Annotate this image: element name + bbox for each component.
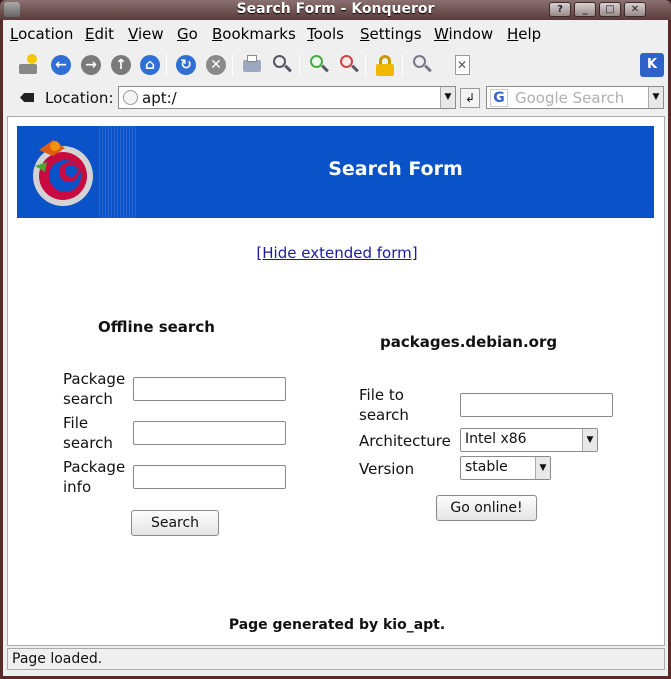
file-to-search-input[interactable] — [460, 393, 613, 417]
version-label: Version — [359, 460, 415, 478]
menu-bar: Location Edit View Go Bookmarks Tools Se… — [3, 22, 668, 46]
search-dropdown-icon[interactable]: ▼ — [648, 87, 663, 108]
print-icon[interactable] — [239, 52, 265, 78]
menu-help[interactable]: Help — [507, 25, 541, 43]
location-bar: Location: apt:/ ▼ ↲ G Google Search ▼ — [3, 84, 668, 112]
minimize-icon[interactable]: _ — [574, 2, 596, 17]
version-select[interactable]: stable ▼ — [460, 456, 551, 480]
menu-go[interactable]: Go — [177, 25, 198, 43]
go-button[interactable]: ↲ — [460, 88, 480, 108]
find-icon[interactable] — [269, 52, 295, 78]
web-search-placeholder: Google Search — [515, 89, 625, 107]
search-button[interactable]: Search — [131, 510, 219, 536]
page-footer: Page generated by kio_apt. — [228, 617, 446, 633]
architecture-select[interactable]: Intel x86 ▼ — [460, 428, 598, 452]
version-dropdown-icon[interactable]: ▼ — [535, 457, 550, 479]
new-location-icon[interactable] — [15, 52, 41, 78]
file-search-label: File search — [63, 414, 113, 452]
zoom-in-icon[interactable] — [306, 52, 332, 78]
home-icon[interactable]: ⌂ — [137, 52, 163, 78]
architecture-dropdown-icon[interactable]: ▼ — [582, 429, 597, 451]
help-icon[interactable]: ? — [549, 2, 571, 17]
architecture-label: Architecture — [359, 432, 451, 450]
package-search-input[interactable] — [133, 377, 286, 401]
kde-logo-icon: K — [639, 52, 665, 78]
offline-search-heading: Offline search — [98, 318, 215, 336]
up-icon[interactable]: ↑ — [108, 52, 134, 78]
title-bar[interactable]: Search Form - Konqueror ? _ □ ✕ — [0, 0, 671, 20]
menu-window[interactable]: Window — [434, 25, 493, 43]
package-search-label: Package search — [63, 370, 126, 408]
view-filter-icon[interactable] — [409, 52, 435, 78]
security-lock-icon[interactable] — [372, 52, 398, 78]
clear-location-icon[interactable] — [20, 90, 36, 104]
location-dropdown-icon[interactable]: ▼ — [440, 87, 455, 108]
main-frame: Location Edit View Go Bookmarks Tools Se… — [3, 20, 668, 676]
status-text: Page loaded. — [12, 651, 103, 667]
file-search-input[interactable] — [133, 421, 286, 445]
stop-icon[interactable]: ✕ — [203, 52, 229, 78]
reload-icon[interactable]: ↻ — [173, 52, 199, 78]
page-viewport[interactable]: Search Form [Hide extended form] Offline… — [7, 116, 665, 646]
zoom-out-icon[interactable] — [336, 52, 362, 78]
header-banner: Search Form — [17, 126, 654, 218]
menu-location[interactable]: Location — [10, 25, 73, 43]
forward-icon[interactable]: → — [78, 52, 104, 78]
protocol-icon — [123, 90, 138, 105]
package-info-input[interactable] — [133, 465, 286, 489]
menu-settings[interactable]: Settings — [360, 25, 422, 43]
location-value: apt:/ — [142, 89, 177, 107]
version-value: stable — [465, 459, 508, 475]
menu-view[interactable]: View — [128, 25, 164, 43]
banner-title: Search Form — [328, 158, 463, 180]
main-toolbar: ← → ↑ ⌂ ↻ ✕ ✕ K — [3, 46, 668, 84]
web-search-input[interactable]: G Google Search ▼ — [486, 86, 664, 109]
close-tab-icon[interactable]: ✕ — [449, 52, 475, 78]
close-icon[interactable]: ✕ — [624, 2, 646, 17]
banner-stripes — [99, 126, 137, 218]
location-label: Location: — [45, 89, 114, 107]
maximize-icon[interactable]: □ — [599, 2, 621, 17]
back-icon[interactable]: ← — [48, 52, 74, 78]
package-info-label: Package info — [63, 458, 126, 496]
hide-extended-form-link[interactable]: [Hide extended form] — [8, 244, 666, 262]
google-icon[interactable]: G — [490, 89, 508, 107]
konqueror-window: Search Form - Konqueror ? _ □ ✕ Location… — [0, 0, 671, 679]
menu-tools[interactable]: Tools — [307, 25, 344, 43]
architecture-value: Intel x86 — [465, 431, 527, 447]
menu-bookmarks[interactable]: Bookmarks — [212, 25, 296, 43]
file-to-search-label: File to search — [359, 386, 409, 424]
online-search-heading: packages.debian.org — [380, 333, 558, 351]
location-input[interactable]: apt:/ ▼ — [118, 86, 456, 109]
menu-edit[interactable]: Edit — [85, 25, 114, 43]
status-bar: Page loaded. — [7, 648, 665, 670]
go-online-button[interactable]: Go online! — [436, 495, 537, 521]
